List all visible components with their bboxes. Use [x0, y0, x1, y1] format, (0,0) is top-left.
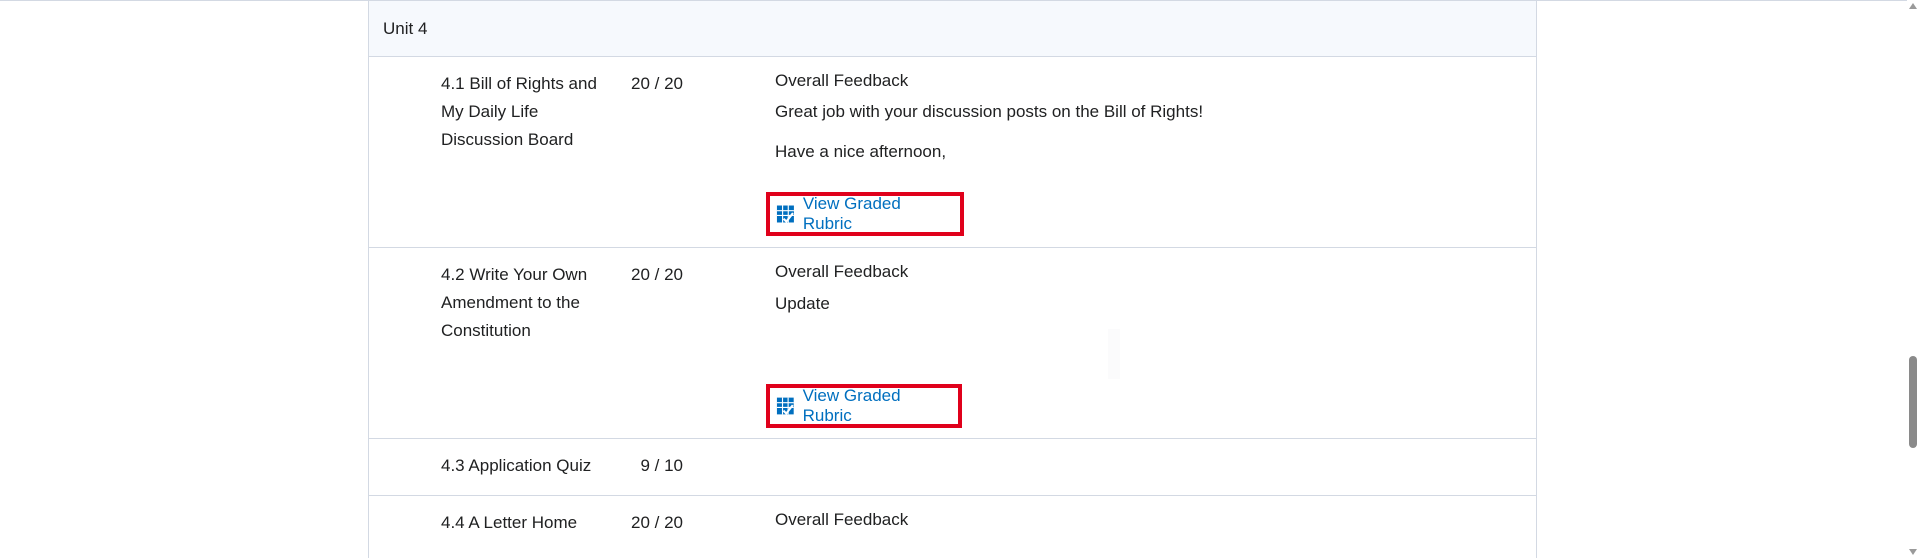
grade-row-4-1: 4.1 Bill of Rights and My Daily Life Dis…: [369, 57, 1536, 248]
scroll-up-arrow-icon[interactable]: [1909, 3, 1917, 9]
grades-table: Unit 4 4.1 Bill of Rights and My Daily L…: [368, 0, 1537, 558]
faint-overlay: [1108, 329, 1120, 379]
rubric-link-label: View Graded Rubric: [802, 194, 901, 233]
rubric-link-label: View Graded Rubric: [802, 386, 901, 425]
page-scrollbar[interactable]: [1907, 0, 1920, 558]
view-graded-rubric-link[interactable]: View Graded Rubric: [766, 384, 962, 428]
grade-item-score: 20 / 20: [631, 513, 683, 532]
grade-row-4-3: 4.3 Application Quiz 9 / 10: [369, 439, 1536, 496]
grade-item-score: 9 / 10: [640, 456, 683, 475]
grade-item-score: 20 / 20: [631, 74, 683, 93]
feedback-heading: Overall Feedback: [775, 510, 909, 529]
feedback-text: Have a nice afternoon,: [775, 142, 947, 161]
grade-item-score: 20 / 20: [631, 265, 683, 284]
feedback-text: Update: [775, 294, 830, 313]
grade-row-4-4: 4.4 A Letter Home 20 / 20 Overall Feedba…: [369, 496, 1536, 558]
grade-row-4-2: 4.2 Write Your Own Amendment to the Cons…: [369, 248, 1536, 439]
scroll-down-arrow-icon[interactable]: [1909, 549, 1917, 555]
unit-header: Unit 4: [369, 0, 1536, 57]
scrollbar-thumb[interactable]: [1909, 356, 1917, 448]
view-graded-rubric-link[interactable]: View Graded Rubric: [766, 192, 964, 236]
rubric-grid-icon: [776, 205, 794, 224]
rubric-grid-icon: [776, 397, 794, 415]
grade-item-name: 4.2 Write Your Own Amendment to the Cons…: [441, 265, 588, 340]
grade-item-name: 4.1 Bill of Rights and My Daily Life Dis…: [441, 74, 597, 149]
feedback-heading: Overall Feedback: [775, 262, 909, 281]
unit-title: Unit 4: [383, 19, 428, 38]
feedback-heading: Overall Feedback: [775, 71, 909, 90]
feedback-text: Great job with your discussion posts on …: [775, 102, 1204, 121]
